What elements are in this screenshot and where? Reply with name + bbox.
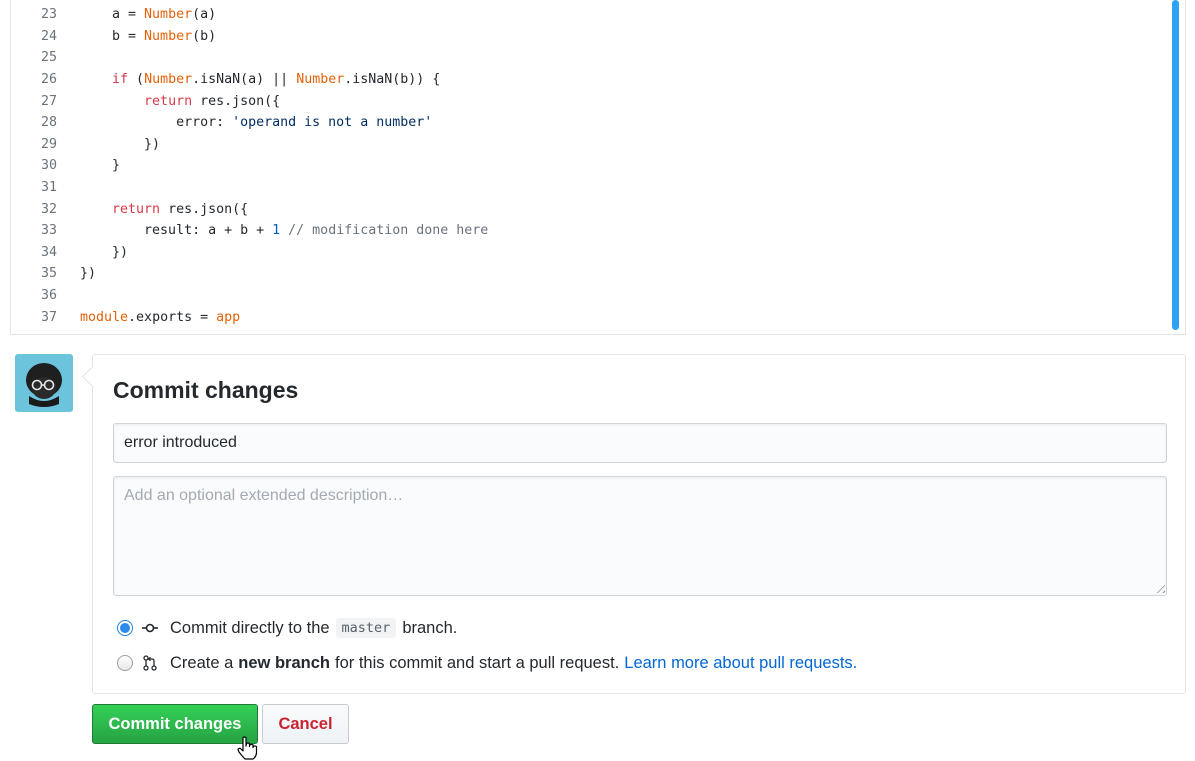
line-number: 35 — [40, 266, 57, 282]
code-token: // modification done here — [280, 223, 489, 239]
code-line[interactable]: 25 — [11, 47, 80, 69]
code-text: error: 'operand is not a number' — [57, 115, 432, 130]
commit-description-input[interactable] — [113, 476, 1167, 596]
git-commit-icon — [142, 620, 158, 636]
commit-direct-option[interactable]: Commit directly to the master branch. — [117, 616, 457, 640]
commit-direct-text: Commit directly to the — [170, 618, 330, 637]
code-token: .exports = — [128, 309, 217, 325]
code-line[interactable]: 28 error: 'operand is not a number' — [11, 112, 432, 134]
new-branch-bold: new branch — [238, 653, 330, 672]
code-text: if (Number.isNaN(a) || Number.isNaN(b)) … — [57, 72, 440, 87]
line-number: 23 — [40, 7, 57, 23]
line-number: 28 — [40, 115, 57, 131]
code-token: Number — [296, 72, 345, 88]
line-number: 29 — [40, 136, 57, 152]
commit-direct-suffix: branch. — [402, 618, 458, 637]
code-text: }) — [57, 137, 160, 152]
code-editor[interactable]: 23 a = Number(a) 24 b = Number(b) 25 26 if … — [10, 0, 1186, 335]
commit-form: Commit changes Commit directly to the ma… — [92, 354, 1186, 694]
code-line[interactable]: 37 module.exports = app — [11, 306, 240, 328]
code-text: }) — [57, 245, 128, 260]
code-token: if — [112, 72, 129, 88]
code-text: return res.json({ — [57, 94, 280, 109]
line-number: 31 — [40, 180, 57, 196]
code-token: .isNaN(b)) { — [344, 72, 441, 88]
commit-title: Commit changes — [113, 377, 299, 403]
code-text: result: a + b + 1 // modification done h… — [57, 223, 488, 238]
code-line[interactable]: 33 result: a + b + 1 // modification don… — [11, 220, 488, 242]
commit-summary-input[interactable] — [113, 423, 1167, 463]
new-branch-radio[interactable] — [117, 655, 133, 671]
code-token: }) — [80, 244, 129, 260]
line-number: 25 — [40, 50, 57, 66]
code-token: a = — [80, 7, 145, 23]
learn-more-link[interactable]: Learn more about pull requests. — [624, 654, 857, 673]
code-line[interactable]: 27 return res.json({ — [11, 90, 280, 112]
code-line[interactable]: 34 }) — [11, 242, 128, 264]
code-token: error: — [80, 115, 233, 131]
code-token: ( — [128, 72, 145, 88]
line-number: 36 — [40, 288, 57, 304]
code-token: 1 — [272, 223, 281, 239]
hand-cursor-icon — [237, 736, 258, 760]
line-number: 34 — [40, 244, 57, 260]
code-token: }) — [80, 266, 97, 282]
code-token: module — [80, 309, 129, 325]
new-branch-prefix: Create a — [170, 653, 234, 672]
code-text: } — [57, 158, 120, 173]
code-token: (a) — [192, 7, 217, 23]
line-number: 27 — [40, 93, 57, 109]
code-token: res.json({ — [192, 93, 281, 109]
code-line[interactable]: 31 — [11, 177, 80, 199]
cancel-button[interactable]: Cancel — [262, 704, 349, 744]
code-token: return — [144, 93, 193, 109]
code-text: a = Number(a) — [57, 7, 216, 22]
code-line[interactable]: 32 return res.json({ — [11, 198, 248, 220]
editor-scrollbar[interactable] — [1172, 0, 1179, 330]
code-token: result: a + b + — [80, 223, 273, 239]
avatar — [15, 354, 73, 412]
code-token: res.json({ — [160, 201, 249, 217]
code-token: 'operand is not a number' — [232, 115, 433, 131]
commit-direct-radio[interactable] — [117, 620, 133, 636]
code-token: return — [112, 201, 161, 217]
line-number: 32 — [40, 201, 57, 217]
code-token: } — [80, 158, 121, 174]
code-text: b = Number(b) — [57, 29, 216, 44]
code-token: }) — [80, 136, 161, 152]
code-line[interactable]: 26 if (Number.isNaN(a) || Number.isNaN(b… — [11, 69, 440, 91]
line-number: 24 — [40, 28, 57, 44]
branch-name: master — [335, 618, 397, 638]
code-token: Number — [144, 7, 193, 23]
code-token: .isNaN(a) || — [192, 72, 297, 88]
code-line[interactable]: 35}) — [11, 263, 96, 285]
code-token: app — [216, 309, 241, 325]
code-token: Number — [144, 28, 193, 44]
code-token: b = — [80, 28, 145, 44]
code-token: Number — [144, 72, 193, 88]
line-number: 30 — [40, 158, 57, 174]
code-line[interactable]: 23 a = Number(a) — [11, 4, 216, 26]
code-text: }) — [57, 266, 96, 281]
new-branch-option[interactable]: Create a new branch for this commit and … — [117, 651, 857, 675]
git-pull-request-icon — [142, 655, 158, 671]
commit-changes-button[interactable]: Commit changes — [92, 704, 258, 744]
code-line[interactable]: 29 }) — [11, 134, 160, 156]
code-text: return res.json({ — [57, 202, 248, 217]
line-number: 26 — [40, 72, 57, 88]
code-line[interactable]: 36 — [11, 285, 80, 307]
code-line[interactable]: 24 b = Number(b) — [11, 26, 216, 48]
line-number: 37 — [40, 309, 57, 325]
code-line[interactable]: 30 } — [11, 155, 120, 177]
code-text: module.exports = app — [57, 310, 240, 325]
line-number: 33 — [40, 223, 57, 239]
new-branch-suffix: for this commit and start a pull request… — [334, 653, 620, 672]
code-token: (b) — [192, 28, 217, 44]
